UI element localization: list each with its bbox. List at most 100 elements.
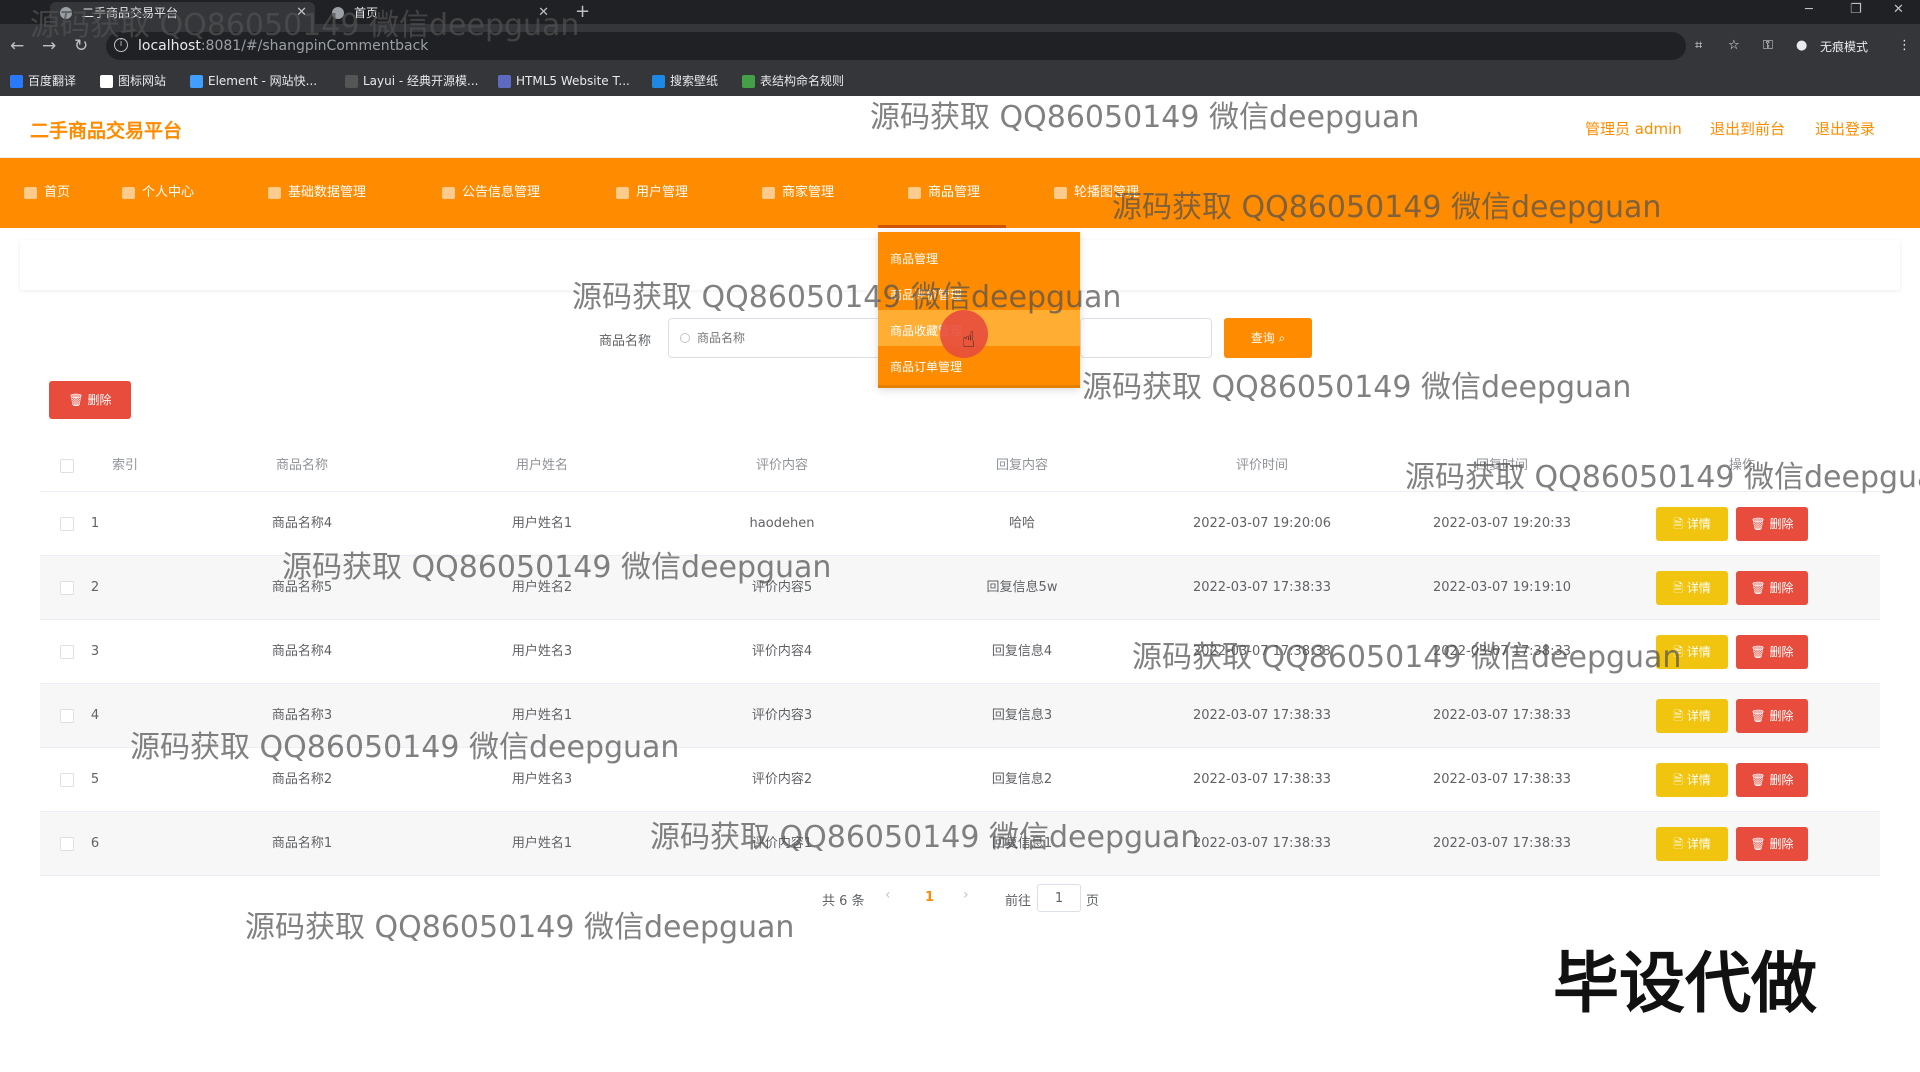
detail-button[interactable]: 🗎 详情 — [1656, 763, 1728, 797]
star-icon[interactable]: ☆ — [1728, 38, 1740, 53]
detail-button[interactable]: 🗎 详情 — [1656, 507, 1728, 541]
delete-label: 删除 — [1769, 773, 1794, 787]
delete-label: 删除 — [1769, 645, 1794, 659]
delete-button[interactable]: 🗑 删除 — [1736, 571, 1808, 605]
detail-label: 详情 — [1686, 517, 1711, 531]
watermark: 源码获取 QQ86050149 微信deepguan — [282, 550, 832, 585]
watermark: 源码获取 QQ86050149 微信deepguan — [1132, 640, 1682, 675]
watermark: 源码获取 QQ86050149 微信deepguan — [1405, 460, 1920, 495]
bookmark-item[interactable]: 搜索壁纸 — [652, 72, 718, 90]
search-input-secondary[interactable] — [1080, 318, 1212, 358]
bookmark-label: 搜索壁纸 — [670, 74, 719, 88]
search-label: 商品名称 — [599, 334, 652, 349]
detail-button[interactable]: 🗎 详情 — [1656, 827, 1728, 861]
wallpaper-icon — [652, 75, 665, 88]
notice-icon — [442, 187, 455, 199]
cell-index: 6 — [90, 836, 100, 851]
bookmark-label: Element - 网站快... — [208, 74, 318, 88]
cell-comment-time: 2022-03-07 17:38:33 — [1192, 580, 1332, 595]
search-button[interactable]: 查询 ⌕ — [1224, 318, 1312, 358]
data-icon — [268, 187, 281, 199]
cell-reply: 回复信息2 — [991, 772, 1053, 787]
admin-label: 管理员 admin — [1585, 120, 1682, 138]
cell-index: 2 — [90, 580, 100, 595]
nav-label: 首页 — [44, 185, 71, 200]
users-icon — [616, 187, 629, 199]
batch-delete-button[interactable]: 🗑 删除 — [49, 381, 131, 419]
watermark: 源码获取 QQ86050149 微信deepguan — [30, 8, 580, 43]
menu-icon[interactable]: ⋮ — [1898, 38, 1911, 53]
cell-index: 3 — [90, 644, 100, 659]
watermark: 源码获取 QQ86050149 微信deepguan — [130, 730, 680, 765]
cell-reply-time: 2022-03-07 17:38:33 — [1432, 772, 1572, 787]
pagination-total: 共 6 条 — [822, 894, 865, 909]
home-icon — [24, 187, 37, 199]
bookmark-item[interactable]: 图标网站 — [100, 72, 166, 90]
delete-button[interactable]: 🗑 删除 — [1736, 699, 1808, 733]
watermark: 源码获取 QQ86050149 微信deepguan — [1082, 370, 1632, 405]
column-header: 评价时间 — [1235, 458, 1288, 473]
bookmark-item[interactable]: 表结构命名规则 — [742, 72, 844, 90]
restore-icon[interactable]: ❐ — [1850, 0, 1862, 20]
search-button-label: 查询 — [1250, 331, 1275, 345]
prev-page-icon[interactable]: ‹ — [885, 887, 891, 903]
detail-button[interactable]: 🗎 详情 — [1656, 571, 1728, 605]
pagination-page[interactable]: 1 — [925, 890, 934, 905]
watermark: 源码获取 QQ86050149 微信deepguan — [870, 100, 1420, 135]
back-to-front-link[interactable]: 退出到前台 — [1710, 118, 1785, 139]
cell-comment-time: 2022-03-07 17:38:33 — [1192, 772, 1332, 787]
nav-item-goods[interactable]: 商品管理 — [877, 158, 1007, 228]
close-window-icon[interactable]: ✕ — [1893, 0, 1904, 20]
bookmark-label: 表结构命名规则 — [760, 74, 845, 88]
delete-button[interactable]: 🗑 删除 — [1736, 763, 1808, 797]
incognito-icon: ● — [1796, 38, 1808, 53]
nav-item-notice[interactable]: 公告信息管理 — [438, 158, 540, 228]
nav-label: 商品管理 — [928, 185, 981, 200]
bookmark-label: Layui - 经典开源模... — [363, 74, 479, 88]
cell-index: 1 — [90, 516, 100, 531]
bookmark-label: HTML5 Website T... — [516, 74, 630, 88]
nav-item-users[interactable]: 用户管理 — [612, 158, 688, 228]
nav-item-basic-data[interactable]: 基础数据管理 — [264, 158, 366, 228]
menu-item-goods[interactable]: 商品管理 — [890, 250, 938, 267]
translate-icon — [10, 75, 23, 88]
image-icon — [1054, 187, 1067, 199]
logout-link[interactable]: 退出登录 — [1815, 118, 1875, 139]
delete-label: 删除 — [87, 393, 112, 407]
pointer-cursor-icon: ☝ — [962, 328, 976, 353]
cell-goods-name: 商品名称1 — [271, 836, 333, 851]
column-header: 评价内容 — [755, 458, 808, 473]
nav-label: 基础数据管理 — [288, 185, 367, 200]
back-icon[interactable]: ← — [10, 36, 24, 56]
pagination-goto-input[interactable] — [1037, 884, 1081, 912]
nav-item-merchants[interactable]: 商家管理 — [758, 158, 834, 228]
layui-icon — [345, 75, 358, 88]
delete-button[interactable]: 🗑 删除 — [1736, 827, 1808, 861]
bookmark-item[interactable]: HTML5 Website T... — [498, 72, 630, 90]
select-all-checkbox[interactable] — [60, 459, 74, 473]
nav-item-home[interactable]: 首页 — [20, 158, 70, 228]
cell-content: 评价内容3 — [751, 708, 813, 723]
bookmark-item[interactable]: Layui - 经典开源模... — [345, 72, 478, 90]
bookmark-item[interactable]: Element - 网站快... — [190, 72, 317, 90]
bookmark-label: 图标网站 — [118, 74, 167, 88]
search-input[interactable] — [668, 318, 883, 358]
brand-title: 二手商品交易平台 — [30, 120, 183, 142]
minimize-icon[interactable]: ─ — [1805, 0, 1813, 20]
delete-button[interactable]: 🗑 删除 — [1736, 507, 1808, 541]
translate-icon[interactable]: ⌗ — [1695, 38, 1702, 53]
search-icon — [680, 333, 690, 343]
delete-button[interactable]: 🗑 删除 — [1736, 635, 1808, 669]
next-page-icon[interactable]: › — [963, 887, 969, 903]
cell-comment-time: 2022-03-07 17:38:33 — [1192, 708, 1332, 723]
cell-content: 评价内容4 — [751, 644, 813, 659]
cell-comment-time: 2022-03-07 19:20:06 — [1192, 516, 1332, 531]
bookmark-item[interactable]: 百度翻译 — [10, 72, 76, 90]
key-icon[interactable]: ⚿ — [1763, 38, 1773, 53]
cell-goods-name: 商品名称4 — [271, 644, 333, 659]
nav-item-profile[interactable]: 个人中心 — [118, 158, 194, 228]
detail-button[interactable]: 🗎 详情 — [1656, 699, 1728, 733]
watermark: 源码获取 QQ86050149 微信deepguan — [1112, 190, 1662, 225]
watermark: 源码获取 QQ86050149 微信deepguan — [245, 910, 795, 945]
menu-item-goods-order[interactable]: 商品订单管理 — [890, 358, 962, 375]
